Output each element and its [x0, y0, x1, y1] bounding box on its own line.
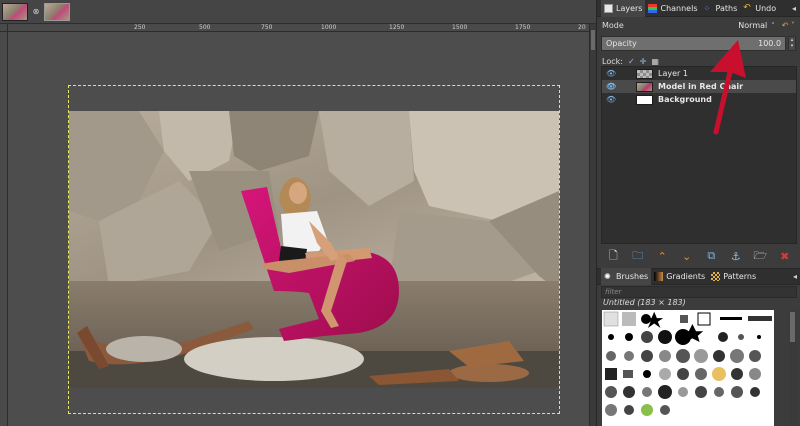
tab-layers[interactable]: Layers: [601, 0, 646, 17]
tab-patterns[interactable]: Patterns: [708, 268, 759, 285]
photo-model-in-red-chair: [69, 111, 559, 388]
opacity-label: Opacity: [606, 39, 637, 48]
ruler-tick: 500: [199, 24, 211, 31]
canvas-vertical-scrollbar[interactable]: [589, 24, 596, 426]
layer-name: Background: [658, 95, 712, 104]
layers-list: 👁 Layer 1 👁 Model in Red Chair 👁 Backgro…: [601, 66, 797, 244]
lock-position-icon[interactable]: ✛: [640, 57, 647, 66]
horizontal-ruler[interactable]: 250 500 750 1000 1250 1500 1750 20: [8, 24, 589, 32]
dock-menu-icon[interactable]: ◂: [793, 272, 797, 281]
layers-dock: Layers Channels ⁘ Paths ↶ Undo ◂ Mode No…: [596, 0, 800, 426]
ruler-tick: 250: [134, 24, 146, 31]
tab-gradients[interactable]: Gradients: [651, 268, 708, 285]
brush-scrollbar[interactable]: [789, 310, 797, 426]
tab-undo[interactable]: ↶ Undo: [740, 0, 779, 17]
lower-layer-icon[interactable]: ⌄: [680, 249, 694, 263]
eye-icon[interactable]: 👁: [606, 69, 616, 78]
tab-label: Channels: [660, 3, 698, 13]
dock-menu-icon[interactable]: ◂: [792, 4, 796, 13]
brushes-dock-tabs: ✺ Brushes Gradients Patterns ◂: [597, 268, 800, 285]
scrollbar-thumb[interactable]: [591, 30, 595, 50]
tab-label: Brushes: [616, 272, 649, 281]
layer-thumbnail: [636, 81, 653, 92]
tab-label: Layers: [616, 3, 643, 13]
tab-paths[interactable]: ⁘ Paths: [701, 0, 741, 17]
mode-row: Mode Normal ˅ ↶ ˅: [597, 17, 800, 34]
brushes-icon: ✺: [604, 272, 611, 281]
layer-thumbnail: [636, 94, 653, 105]
image-tab-1[interactable]: [2, 2, 28, 21]
opacity-slider[interactable]: Opacity 100.0: [601, 36, 787, 51]
dock-tabs: Layers Channels ⁘ Paths ↶ Undo ◂: [597, 0, 800, 17]
layer-actions-bar: 🗋 🗀 ⌃ ⌄ ⧉ ⚓ 🗁 ✖: [601, 247, 797, 265]
chevron-down-icon: ˅: [771, 21, 775, 30]
image-tab-2[interactable]: [44, 2, 70, 21]
mode-label: Mode: [602, 21, 624, 30]
opacity-row: Opacity 100.0 ▴ ▾: [597, 34, 800, 53]
patterns-icon: [711, 272, 721, 281]
opacity-value: 100.0: [758, 39, 782, 48]
ruler-tick: 750: [261, 24, 273, 31]
duplicate-layer-icon[interactable]: ⧉: [704, 249, 718, 263]
undo-icon: ↶: [743, 2, 751, 13]
tab-brushes[interactable]: ✺ Brushes: [601, 268, 652, 285]
eye-icon[interactable]: 👁: [606, 82, 616, 91]
vertical-ruler[interactable]: [0, 32, 8, 426]
mode-value: Normal: [738, 21, 768, 30]
reset-mode-icon[interactable]: ↶ ˅: [782, 21, 795, 30]
paths-icon: ⁘: [703, 3, 711, 13]
layers-icon: [604, 3, 613, 13]
current-brush-name: Untitled (183 × 183): [603, 298, 686, 307]
brush-swatches: [603, 311, 772, 416]
new-layer-group-icon[interactable]: 🗀: [631, 249, 645, 263]
anchor-layer-icon[interactable]: ⚓: [729, 249, 743, 263]
image-canvas[interactable]: [8, 32, 589, 426]
ruler-tick: 1000: [321, 24, 337, 31]
close-icon[interactable]: ⊗: [31, 7, 41, 17]
tab-channels[interactable]: Channels: [645, 0, 700, 17]
lock-label: Lock:: [602, 57, 623, 66]
ruler-corner[interactable]: [0, 24, 8, 32]
layer-row-background[interactable]: 👁 Background: [602, 93, 796, 106]
layer-thumbnail: [636, 68, 653, 79]
layer-row-model-in-red-chair[interactable]: 👁 Model in Red Chair: [602, 80, 796, 93]
lock-pixels-icon[interactable]: ✓: [628, 57, 635, 66]
image-tabs-bar: ⊗: [0, 0, 596, 24]
ruler-tick: 1250: [389, 24, 405, 31]
filter-placeholder: filter: [605, 288, 622, 296]
delete-layer-icon[interactable]: ✖: [778, 249, 792, 263]
layer-row-layer-1[interactable]: 👁 Layer 1: [602, 67, 796, 80]
scrollbar-thumb[interactable]: [790, 312, 795, 342]
brush-filter-input[interactable]: filter: [601, 286, 797, 298]
channels-icon: [648, 3, 658, 13]
layer-name: Model in Red Chair: [658, 82, 744, 91]
brush-grid[interactable]: [602, 310, 774, 426]
ruler-tick: 1750: [515, 24, 531, 31]
ruler-tick: 1500: [452, 24, 468, 31]
mode-select[interactable]: Normal ˅ ↶ ˅: [738, 21, 795, 30]
tab-label: Undo: [755, 3, 777, 13]
eye-icon[interactable]: 👁: [606, 95, 616, 104]
lock-alpha-icon[interactable]: ▦: [651, 57, 659, 66]
tab-label: Patterns: [723, 272, 757, 281]
opacity-spinner[interactable]: ▴ ▾: [788, 36, 796, 51]
gimp-window: ⊗ 250 500 750 1000 1250 1500 1750 20 Lay…: [0, 0, 800, 426]
gradients-icon: [654, 272, 664, 281]
raise-layer-icon[interactable]: ⌃: [655, 249, 669, 263]
ruler-tick: 20: [578, 24, 586, 31]
tab-label: Paths: [715, 3, 738, 13]
layer-name: Layer 1: [658, 69, 688, 78]
new-layer-icon[interactable]: 🗋: [606, 249, 620, 263]
merge-layer-icon[interactable]: 🗁: [753, 249, 767, 263]
tab-label: Gradients: [666, 272, 706, 281]
